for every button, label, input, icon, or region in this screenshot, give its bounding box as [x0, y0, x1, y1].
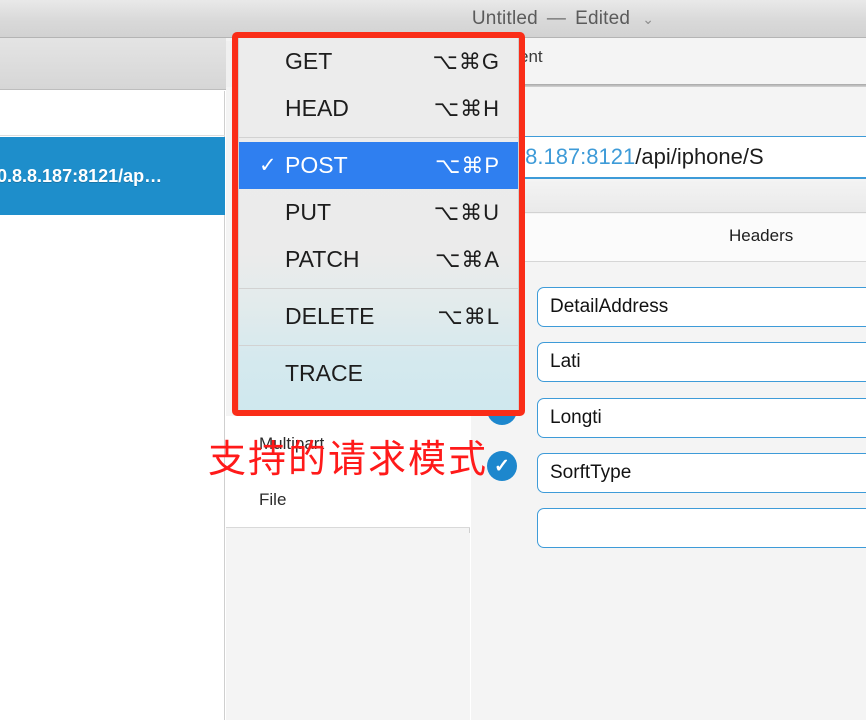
toolbar-left [0, 38, 227, 90]
menu-item-delete[interactable]: DELETE ⌥⌘L [239, 293, 518, 340]
check-circle-icon[interactable]: ✓ [487, 451, 517, 481]
menu-item-label: TRACE [285, 360, 363, 386]
menu-item-put[interactable]: PUT ⌥⌘U [239, 189, 518, 236]
tab-headers-label: Headers [729, 226, 794, 245]
window-title-dash: — [546, 8, 567, 29]
annotation-text: 支持的请求模式 [208, 437, 489, 481]
middle-pane-empty-area [226, 533, 470, 720]
sidebar-pane: 10.8.8.187:8121/ap… [0, 91, 225, 720]
menu-separator [239, 345, 518, 346]
menu-item-label: POST [285, 152, 348, 178]
sidebar-divider [0, 135, 225, 136]
check-icon: ✓ [259, 154, 277, 177]
menu-item-head[interactable]: HEAD ⌥⌘H [239, 85, 518, 132]
window-title-state: Edited [575, 8, 631, 29]
menu-item-label: DELETE [285, 303, 375, 329]
menu-item-shortcut: ⌥⌘U [433, 199, 500, 225]
window-title-name: Untitled [471, 8, 538, 29]
right-pane-tabstrip[interactable] [471, 181, 866, 213]
header-field-3[interactable]: Longti [537, 398, 866, 438]
menu-item-shortcut: ⌥⌘A [434, 246, 500, 272]
menu-separator [239, 288, 518, 289]
menu-item-patch[interactable]: PATCH ⌥⌘A [239, 236, 518, 283]
tab-headers[interactable]: Headers [471, 214, 866, 262]
menu-item-shortcut: ⌥⌘G [432, 48, 500, 74]
header-field-2-value: Lati [550, 351, 581, 372]
header-field-1-value: DetailAddress [550, 296, 669, 317]
menu-item-label: GET [285, 48, 333, 74]
menu-item-options[interactable]: OPTIONS [239, 397, 518, 410]
menu-item-shortcut: ⌥⌘H [433, 95, 500, 121]
menu-separator [239, 137, 518, 138]
url-input[interactable]: .8.187:8121 /api/iphone/S [471, 136, 866, 179]
check-glyph: ✓ [494, 455, 510, 477]
sidebar-item-label: 10.8.8.187:8121/ap… [0, 165, 163, 186]
menu-item-shortcut: ⌥⌘L [437, 303, 500, 329]
header-field-1[interactable]: DetailAddress [537, 287, 866, 327]
http-method-menu-body[interactable]: GET ⌥⌘G HEAD ⌥⌘H ✓ POST ⌥⌘P PUT ⌥⌘U PATCH ⌥⌘A DELET… [238, 37, 519, 411]
chevron-down-icon[interactable]: ⌄ [642, 12, 654, 26]
menu-item-label: HEAD [285, 95, 349, 121]
http-method-menu[interactable]: GET ⌥⌘G HEAD ⌥⌘H ✓ POST ⌥⌘P PUT ⌥⌘U PATCH ⌥⌘A DELET… [232, 32, 525, 416]
menu-item-label: PATCH [285, 246, 360, 272]
menu-item-shortcut: ⌥⌘P [434, 152, 500, 178]
menu-item-trace[interactable]: TRACE [239, 350, 518, 397]
menu-item-label: PUT [285, 199, 331, 225]
header-field-4[interactable]: SorftType [537, 453, 866, 493]
url-path-text: /api/iphone/S [635, 144, 764, 169]
menu-item-label: OPTIONS [285, 407, 500, 410]
header-field-5[interactable] [537, 508, 866, 548]
menu-item-post[interactable]: ✓ POST ⌥⌘P [239, 142, 518, 189]
list-item-label: File [259, 489, 287, 509]
sidebar-item-request[interactable]: 10.8.8.187:8121/ap… [0, 137, 225, 215]
menu-item-get[interactable]: GET ⌥⌘G [239, 38, 518, 85]
url-host-text: .8.187:8121 [519, 144, 636, 169]
header-field-2[interactable]: Lati [537, 342, 866, 382]
header-field-4-value: SorftType [550, 462, 632, 483]
header-field-3-value: Longti [550, 407, 602, 428]
right-pane-separator [471, 84, 866, 87]
